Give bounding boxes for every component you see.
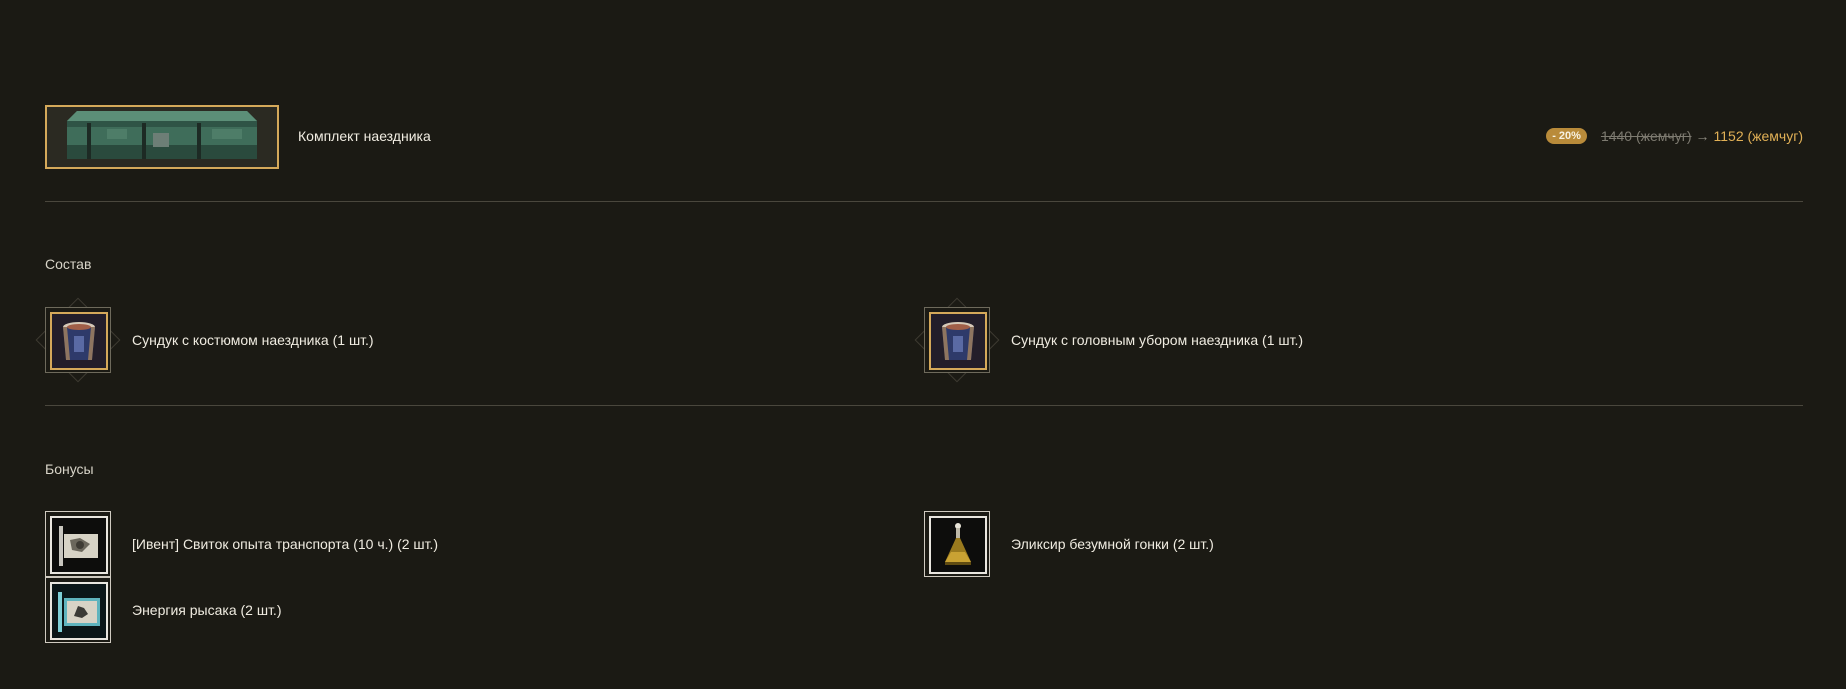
horse-energy-scroll-icon [45,577,111,643]
mount-exp-scroll-icon [45,511,111,577]
composition-item[interactable]: Сундук с головным убором наездника (1 шт… [914,297,1304,383]
elixir-flask-icon [924,511,990,577]
discount-badge: - 20% [1546,128,1587,144]
composition-item-label: Сундук с костюмом наездника (1 шт.) [132,332,374,348]
costume-chest-icon [35,297,121,383]
product-title: Комплект наездника [298,128,431,144]
product-page: Комплект наездника - 20% 1440 (жемчуг) →… [0,0,1846,689]
product-header: Комплект наездника - 20% 1440 (жемчуг) →… [45,105,1803,169]
composition-item[interactable]: Сундук с костюмом наездника (1 шт.) [35,297,374,383]
price-block: - 20% 1440 (жемчуг) → 1152 (жемчуг) [1546,128,1803,144]
old-price: 1440 (жемчуг) [1600,128,1692,144]
composition-title: Состав [45,256,92,272]
bonus-item-label: Эликсир безумной гонки (2 шт.) [1011,536,1214,552]
composition-item-label: Сундук с головным убором наездника (1 шт… [1011,332,1304,348]
divider [45,405,1803,406]
bonus-item[interactable]: Эликсир безумной гонки (2 шт.) [924,511,1214,577]
headgear-chest-icon [914,297,1000,383]
bonus-item[interactable]: [Ивент] Свиток опыта транспорта (10 ч.) … [45,511,438,577]
price-arrow-icon: → [1695,128,1710,144]
bonuses-title: Бонусы [45,461,94,477]
new-price: 1152 (жемчуг) [1713,128,1804,144]
bonus-item-label: [Ивент] Свиток опыта транспорта (10 ч.) … [132,536,439,552]
divider [45,201,1803,202]
bonus-item[interactable]: Энергия рысака (2 шт.) [45,577,282,643]
bonus-item-label: Энергия рысака (2 шт.) [132,602,282,618]
green-chest-icon [45,105,279,169]
